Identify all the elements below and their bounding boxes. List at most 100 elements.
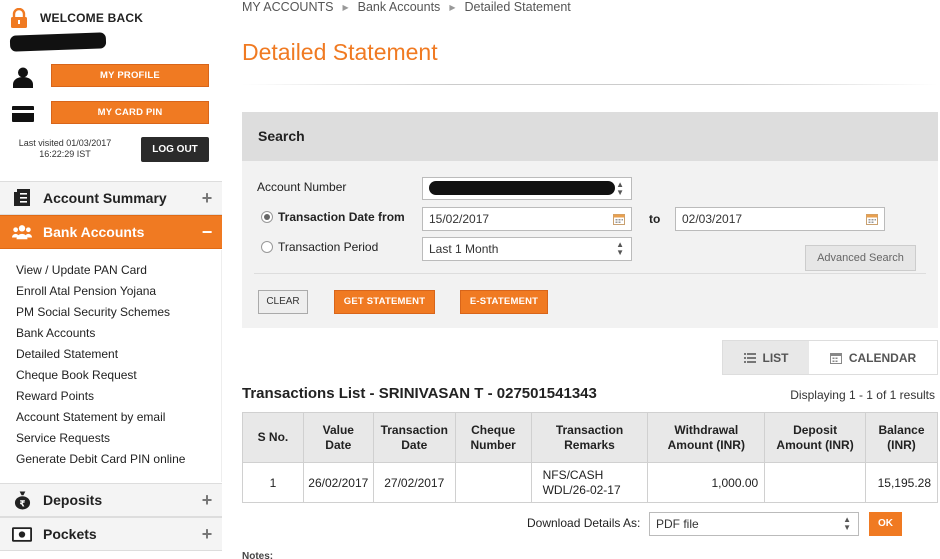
submenu-view-update-pan[interactable]: View / Update PAN Card <box>16 263 147 277</box>
users-icon <box>12 222 32 242</box>
advanced-search-button[interactable]: Advanced Search <box>805 245 916 271</box>
calendar-view-label: CALENDAR <box>848 350 917 365</box>
list-view-label: LIST <box>762 350 789 365</box>
col-sno: S No. <box>242 412 304 463</box>
select-arrows-icon: ▲ ▼ <box>843 515 851 532</box>
cell-withdrawal: 1,000.00 <box>647 462 766 503</box>
date-to-value: 02/03/2017 <box>682 212 743 226</box>
col-label: Value <box>322 422 354 437</box>
download-format-select[interactable]: PDF file ▲ ▼ <box>649 512 859 536</box>
nav-pockets-label: Pockets <box>43 526 97 542</box>
calendar-icon <box>829 352 842 364</box>
clear-button[interactable]: CLEAR <box>258 290 308 314</box>
nav-bank-accounts[interactable]: Bank Accounts − <box>0 215 222 249</box>
breadcrumb-chevron-icon: ▶ <box>449 2 456 12</box>
col-label: (INR) <box>887 437 916 452</box>
period-radio[interactable] <box>261 241 273 253</box>
col-deposit: Deposit Amount (INR) <box>764 412 866 463</box>
submenu-statement-email[interactable]: Account Statement by email <box>16 410 165 424</box>
col-value-date: Value Date <box>302 412 374 463</box>
cell-remarks: NFS/CASH WDL/26-02-17 <box>530 462 649 503</box>
submenu-bank-accounts[interactable]: Bank Accounts <box>16 326 95 340</box>
nav-bank-accounts-label: Bank Accounts <box>43 224 145 240</box>
select-arrows-icon: ▲ ▼ <box>616 240 624 257</box>
submenu-cheque-book[interactable]: Cheque Book Request <box>16 368 137 382</box>
transactions-table: S No. Value Date Transaction Date Cheque Nu… <box>242 412 939 503</box>
cell-cheque-number <box>454 462 532 503</box>
breadcrumb: MY ACCOUNTS ▶ Bank Accounts ▶ Detailed S… <box>242 0 571 14</box>
calendar-icon[interactable] <box>866 213 878 225</box>
col-label: Number <box>470 437 516 452</box>
download-ok-button[interactable]: OK <box>869 512 902 536</box>
logout-button[interactable]: LOG OUT <box>141 137 209 162</box>
card-icon <box>12 106 34 122</box>
user-icon <box>13 67 33 88</box>
table-header-row: S No. Value Date Transaction Date Cheque Nu… <box>242 412 939 463</box>
nav-deposits[interactable]: ₹ Deposits + <box>0 483 222 517</box>
redacted-account-number <box>429 181 615 195</box>
download-format-value: PDF file <box>656 517 699 531</box>
notes-heading: Notes: <box>242 551 274 559</box>
calendar-icon[interactable] <box>613 213 625 225</box>
last-visited-time: 16:22:29 IST <box>39 149 91 159</box>
period-value: Last 1 Month <box>429 242 499 256</box>
form-divider <box>254 273 926 274</box>
wallet-icon <box>12 524 32 544</box>
download-label: Download Details As: <box>527 516 641 530</box>
submenu-enroll-apy[interactable]: Enroll Atal Pension Yojana <box>16 284 156 298</box>
e-statement-button[interactable]: E-STATEMENT <box>460 290 548 314</box>
redacted-name <box>9 32 107 52</box>
breadcrumb-bank-accounts[interactable]: Bank Accounts <box>358 0 441 14</box>
list-icon <box>743 352 756 363</box>
cell-value-date: 26/02/2017 <box>302 462 374 503</box>
breadcrumb-chevron-icon: ▶ <box>342 2 349 12</box>
remarks-line: WDL/26-02-17 <box>542 482 621 497</box>
remarks-line: NFS/CASH <box>542 467 604 482</box>
account-number-select[interactable]: ▲ ▼ <box>422 177 632 200</box>
my-card-pin-button[interactable]: MY CARD PIN <box>51 101 209 124</box>
date-from-input[interactable]: 15/02/2017 <box>422 207 632 231</box>
nav-pockets[interactable]: Pockets + <box>0 517 222 551</box>
submenu-debit-card-pin[interactable]: Generate Debit Card PIN online <box>16 452 185 466</box>
submenu-detailed-statement[interactable]: Detailed Statement <box>16 347 118 361</box>
date-from-label: Transaction Date from <box>278 210 405 224</box>
date-to-input[interactable]: 02/03/2017 <box>675 207 885 231</box>
col-label: Cheque <box>471 422 516 437</box>
col-sno-label: S No. <box>257 430 289 444</box>
expand-plus-icon[interactable]: + <box>192 188 222 209</box>
submenu-pm-social-security[interactable]: PM Social Security Schemes <box>16 305 170 319</box>
expand-plus-icon[interactable]: + <box>192 490 222 511</box>
select-arrows-icon: ▲ ▼ <box>616 180 624 197</box>
collapse-minus-icon[interactable]: − <box>192 222 222 243</box>
nav-deposits-label: Deposits <box>43 492 103 508</box>
transactions-title: Transactions List - SRINIVASAN T - 02750… <box>242 385 597 402</box>
calendar-view-button[interactable]: CALENDAR <box>809 341 937 374</box>
submenu-service-requests[interactable]: Service Requests <box>16 431 110 445</box>
col-label: Remarks <box>564 437 615 452</box>
welcome-row: WELCOME BACK <box>10 8 143 28</box>
list-view-button[interactable]: LIST <box>723 341 809 374</box>
cell-deposit <box>764 462 866 503</box>
get-statement-button[interactable]: GET STATEMENT <box>334 290 435 314</box>
period-label: Transaction Period <box>278 240 379 254</box>
welcome-text: WELCOME BACK <box>40 11 144 25</box>
col-label: Date <box>401 437 428 452</box>
breadcrumb-my-accounts[interactable]: MY ACCOUNTS <box>242 0 333 14</box>
my-profile-button[interactable]: MY PROFILE <box>51 64 209 87</box>
nav-account-summary-label: Account Summary <box>43 190 167 206</box>
results-count: Displaying 1 - 1 of 1 results <box>790 388 935 402</box>
col-remarks: Transaction Remarks <box>530 412 649 463</box>
date-range-radio[interactable] <box>261 211 273 223</box>
last-visited-date: Last visited 01/03/2017 <box>18 138 112 148</box>
bank-accounts-submenu: View / Update PAN Card Enroll Atal Pensi… <box>0 250 222 482</box>
nav-account-summary[interactable]: Account Summary + <box>0 181 222 215</box>
cell-balance: 15,195.28 <box>864 462 939 503</box>
to-label: to <box>649 212 661 226</box>
expand-plus-icon[interactable]: + <box>192 524 222 545</box>
col-label: Transaction <box>555 422 624 437</box>
period-select[interactable]: Last 1 Month ▲ ▼ <box>422 237 632 261</box>
col-label: Transaction <box>380 422 448 437</box>
col-label: Amount (INR) <box>776 437 854 452</box>
rupee-bag-icon: ₹ <box>12 490 32 510</box>
submenu-reward-points[interactable]: Reward Points <box>16 389 94 403</box>
